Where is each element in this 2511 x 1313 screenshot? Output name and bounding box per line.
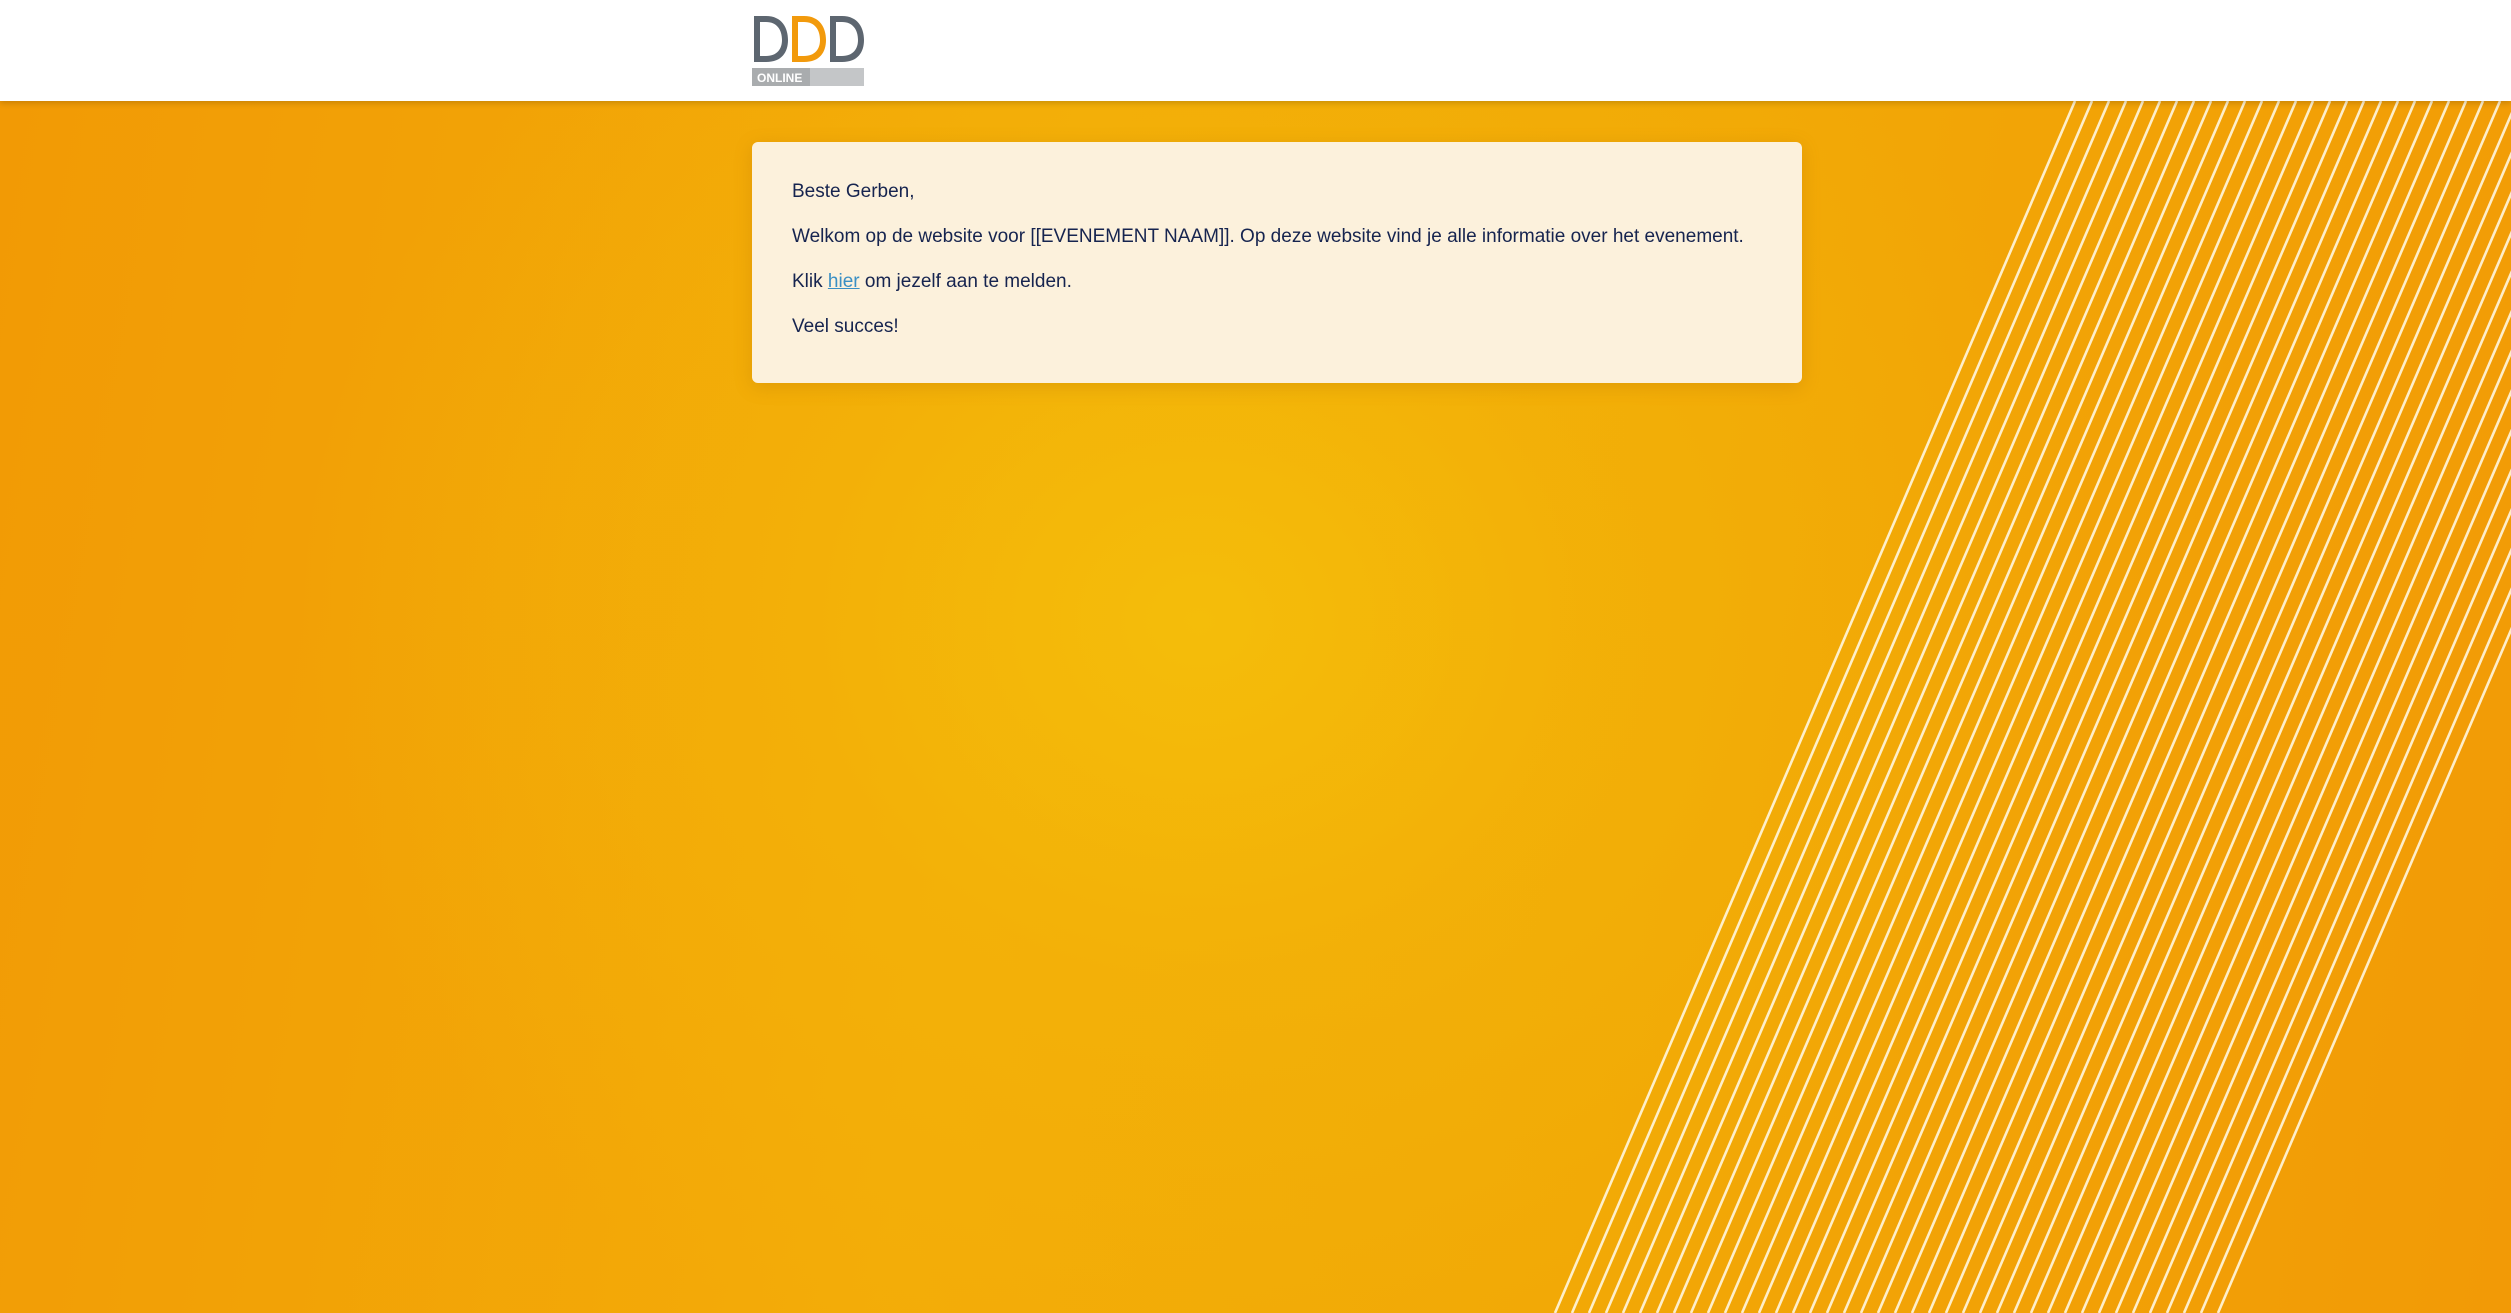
stripe-line bbox=[1995, 111, 2511, 1313]
stripe-line bbox=[1893, 101, 2417, 1313]
stripe-line bbox=[1825, 101, 2349, 1313]
stripe-line bbox=[1808, 101, 2332, 1313]
stripe-line bbox=[1842, 101, 2366, 1313]
stripe-line bbox=[1859, 101, 2383, 1313]
site-header: ONLINE bbox=[0, 0, 2511, 101]
stripe-line bbox=[1927, 101, 2451, 1313]
closing-text: Veel succes! bbox=[792, 316, 899, 337]
logo-graphic: ONLINE bbox=[752, 16, 864, 86]
stripe-line bbox=[1876, 101, 2400, 1313]
stripe-line bbox=[1757, 101, 2281, 1313]
stripe-line bbox=[1910, 101, 2434, 1313]
register-prefix: Klik bbox=[792, 271, 828, 292]
register-suffix: om jezelf aan te melden. bbox=[859, 271, 1072, 292]
register-line: Klik hier om jezelf aan te melden. bbox=[792, 270, 1762, 293]
stripe-line bbox=[2114, 389, 2511, 1313]
logo-subtitle: ONLINE bbox=[757, 71, 802, 85]
welcome-text: Welkom op de website voor [[EVENEMENT NA… bbox=[792, 226, 1744, 247]
stripe-line bbox=[2199, 587, 2511, 1313]
greeting-text: Beste Gerben, bbox=[792, 181, 915, 202]
stripe-line bbox=[1791, 101, 2315, 1313]
stripe-line bbox=[1740, 101, 2264, 1313]
stripe-line bbox=[1978, 101, 2502, 1313]
register-link[interactable]: hier bbox=[828, 271, 860, 292]
welcome-message-card: Beste Gerben, Welkom op de website voor … bbox=[752, 142, 1802, 383]
stripe-line bbox=[1774, 101, 2298, 1313]
stripe-line bbox=[1944, 101, 2468, 1313]
stripe-line bbox=[1723, 101, 2247, 1313]
ddd-online-logo[interactable]: ONLINE bbox=[752, 14, 866, 88]
stripe-line bbox=[1961, 101, 2485, 1313]
